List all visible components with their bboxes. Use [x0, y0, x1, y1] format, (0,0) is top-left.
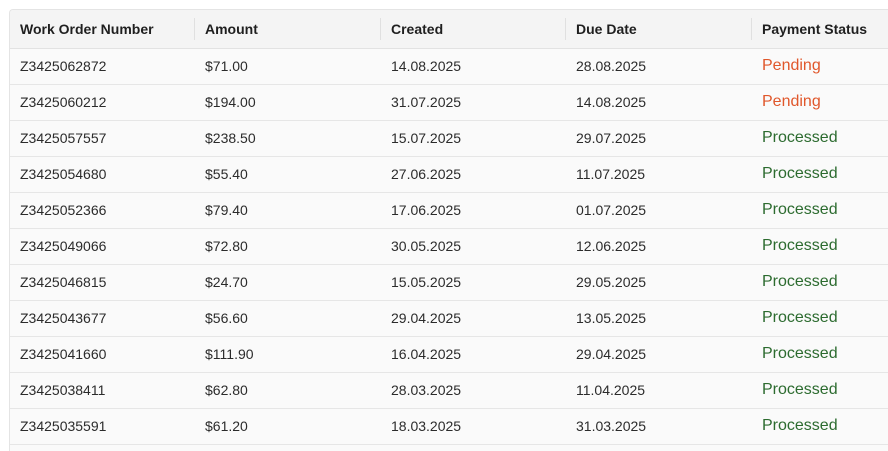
table-row[interactable]: Z3425060212 $194.00 31.07.2025 14.08.2025 Pe…: [10, 84, 888, 121]
amount-cell: $79.40: [195, 192, 381, 229]
due-date-cell: 11.04.2025: [566, 372, 752, 409]
payment-status-cell: Processed: [752, 192, 888, 229]
payment-status-cell: Processed: [752, 408, 888, 445]
due-date-cell: 12.06.2025: [566, 228, 752, 265]
created-date-cell: 30.05.2025: [381, 228, 566, 265]
work-order-number-cell: Z3425060212: [10, 84, 195, 121]
work-order-number-cell: Z3425054680: [10, 156, 195, 193]
amount-cell: $111.90: [195, 336, 381, 373]
table-row[interactable]: Z3425052366 $79.40 17.06.2025 01.07.2025 Pro…: [10, 192, 888, 229]
created-date-cell: 15.07.2025: [381, 120, 566, 157]
column-header-due-date[interactable]: Due Date: [566, 10, 752, 49]
work-order-number-cell: Z3425057557: [10, 120, 195, 157]
column-header-work-order-number[interactable]: Work Order Number: [10, 10, 195, 49]
table-row[interactable]: Z3425041660 $111.90 16.04.2025 29.04.2025 Pr…: [10, 336, 888, 373]
amount-cell: $56.60: [195, 300, 381, 337]
due-date-cell: 31.03.2025: [566, 408, 752, 445]
table-row[interactable]: Z3425043677 $56.60 29.04.2025 13.05.2025 Pro…: [10, 300, 888, 337]
payment-status-cell: Processed: [752, 264, 888, 301]
amount-cell: $24.70: [195, 264, 381, 301]
work-orders-table: Work Order Number Amount Created Due Dat…: [10, 10, 888, 445]
header-row: Work Order Number Amount Created Due Dat…: [10, 10, 888, 49]
payment-status-cell: Processed: [752, 372, 888, 409]
created-date-cell: 14.08.2025: [381, 48, 566, 85]
due-date-cell: 29.05.2025: [566, 264, 752, 301]
table-row[interactable]: Z3425035591 $61.20 18.03.2025 31.03.2025 Pro…: [10, 408, 888, 445]
column-header-payment-status[interactable]: Payment Status: [752, 10, 888, 49]
payment-status-cell: Pending: [752, 48, 888, 85]
amount-cell: $238.50: [195, 120, 381, 157]
created-date-cell: 31.07.2025: [381, 84, 566, 121]
amount-cell: $61.20: [195, 408, 381, 445]
payment-status-cell: Processed: [752, 300, 888, 337]
work-order-number-cell: Z3425049066: [10, 228, 195, 265]
created-date-cell: 17.06.2025: [381, 192, 566, 229]
table-row[interactable]: Z3425049066 $72.80 30.05.2025 12.06.2025 Pro…: [10, 228, 888, 265]
payment-status-cell: Processed: [752, 228, 888, 265]
due-date-cell: 28.08.2025: [566, 48, 752, 85]
column-header-created[interactable]: Created: [381, 10, 566, 49]
due-date-cell: 14.08.2025: [566, 84, 752, 121]
due-date-cell: 13.05.2025: [566, 300, 752, 337]
due-date-cell: 01.07.2025: [566, 192, 752, 229]
amount-cell: $71.00: [195, 48, 381, 85]
table-header: Work Order Number Amount Created Due Dat…: [10, 10, 888, 49]
created-date-cell: 27.06.2025: [381, 156, 566, 193]
amount-cell: $72.80: [195, 228, 381, 265]
work-order-number-cell: Z3425046815: [10, 264, 195, 301]
created-date-cell: 16.04.2025: [381, 336, 566, 373]
table-row[interactable]: Z3425054680 $55.40 27.06.2025 11.07.2025 Pro…: [10, 156, 888, 193]
table-row[interactable]: Z3425038411 $62.80 28.03.2025 11.04.2025 Pro…: [10, 372, 888, 409]
created-date-cell: 15.05.2025: [381, 264, 566, 301]
payment-status-cell: Processed: [752, 336, 888, 373]
payment-status-cell: Processed: [752, 120, 888, 157]
work-order-number-cell: Z3425041660: [10, 336, 195, 373]
work-order-number-cell: Z3425043677: [10, 300, 195, 337]
amount-cell: $55.40: [195, 156, 381, 193]
created-date-cell: 18.03.2025: [381, 408, 566, 445]
work-order-number-cell: Z3425062872: [10, 48, 195, 85]
table-row[interactable]: Z3425057557 $238.50 15.07.2025 29.07.2025 Pr…: [10, 120, 888, 157]
due-date-cell: 11.07.2025: [566, 156, 752, 193]
work-orders-table-container: Work Order Number Amount Created Due Dat…: [9, 9, 888, 451]
table-body: Z3425062872 $71.00 14.08.2025 28.08.2025 Pen…: [10, 48, 888, 445]
amount-cell: $194.00: [195, 84, 381, 121]
table-row[interactable]: Z3425062872 $71.00 14.08.2025 28.08.2025 Pen…: [10, 48, 888, 85]
work-order-number-cell: Z3425052366: [10, 192, 195, 229]
payment-status-cell: Processed: [752, 156, 888, 193]
work-order-number-cell: Z3425035591: [10, 408, 195, 445]
due-date-cell: 29.04.2025: [566, 336, 752, 373]
column-header-amount[interactable]: Amount: [195, 10, 381, 49]
payment-status-cell: Pending: [752, 84, 888, 121]
table-row[interactable]: Z3425046815 $24.70 15.05.2025 29.05.2025 Pro…: [10, 264, 888, 301]
due-date-cell: 29.07.2025: [566, 120, 752, 157]
amount-cell: $62.80: [195, 372, 381, 409]
created-date-cell: 29.04.2025: [381, 300, 566, 337]
created-date-cell: 28.03.2025: [381, 372, 566, 409]
work-order-number-cell: Z3425038411: [10, 372, 195, 409]
